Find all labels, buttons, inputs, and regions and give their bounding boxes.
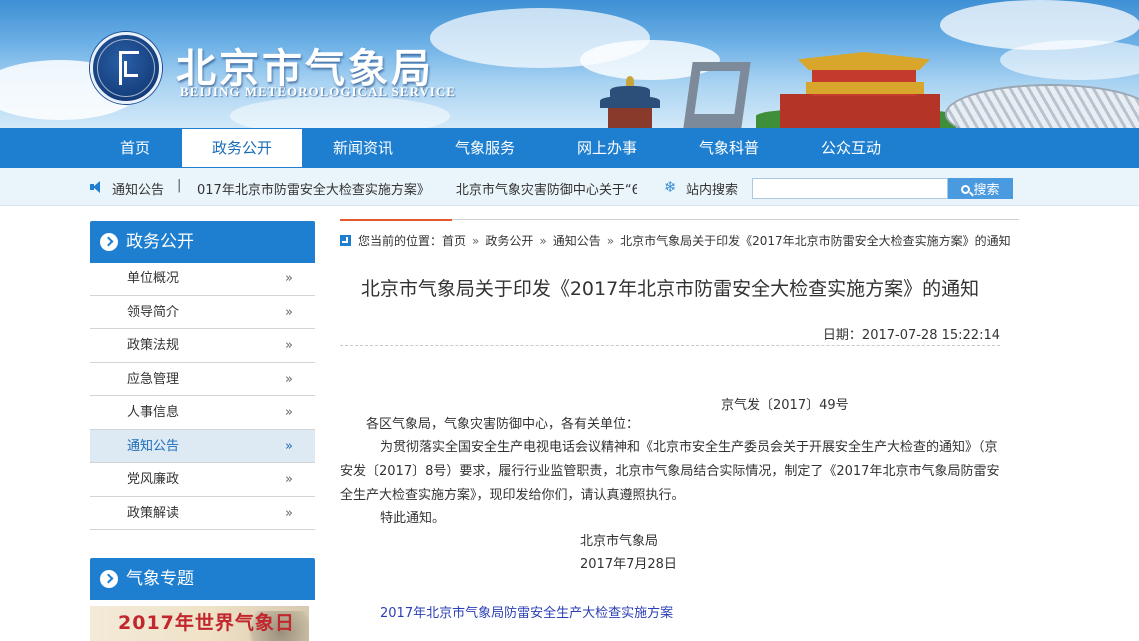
sidebar-item-label: 应急管理 [127,371,180,387]
search-button-label: 搜索 [973,182,1000,197]
breadcrumb-separator: » [539,234,547,248]
breadcrumb-home[interactable]: 首页 [442,234,466,248]
double-chevron-right-icon: » [285,472,293,487]
double-chevron-right-icon: » [285,438,293,454]
banner-text: 2017年世界气象日 [118,612,295,634]
sidebar-section-title: 政务公开 [126,232,194,252]
sidebar-section-government-affairs: 政务公开 [90,221,315,263]
breadcrumb-separator: » [606,234,615,248]
sidebar-item-policy-interpretation[interactable]: 政策解读 » [90,497,315,530]
nav-science[interactable]: 气象科普 [669,128,789,168]
sidebar-item-emergency[interactable]: 应急管理 » [90,363,315,396]
sidebar-item-label: 政策解读 [127,505,180,521]
dashed-divider [340,345,1000,346]
content-accent-bar [340,219,452,221]
article-greeting: 各区气象局，气象灾害防御中心，各有关单位： [366,417,640,432]
ticker-link[interactable]: 北京市气象灾害防御中心关于“6• [456,183,637,197]
nav-government-affairs[interactable]: 政务公开 [182,129,302,167]
article-body: 为贯彻落实全国安全生产电视电话会议精神和《北京市安全生产委员会关于开展安全生产大… [340,440,1000,503]
article-closing: 特此通知。 [380,511,446,526]
sidebar-item-leadership[interactable]: 领导简介 » [90,296,315,329]
search-icon [961,185,971,194]
sidebar-item-label: 党风廉政 [127,472,180,487]
speaker-icon [90,181,104,193]
breadcrumb-current: 北京市气象局关于印发《2017年北京市防雷安全大检查实施方案》的通知 [620,234,1011,248]
breadcrumb: 您当前的位置：首页 » 政务公开 » 通知公告 » 北京市气象局关于印发《2017年北京市防… [358,232,1014,249]
double-chevron-right-icon: » [285,338,293,353]
notice-label: 通知公告 [112,183,165,198]
search-label: 站内搜索 [686,183,739,198]
main-nav: 首页 政务公开 新闻资讯 气象服务 网上办事 气象科普 公众互动 [0,128,1139,168]
sidebar-item-label: 人事信息 [127,405,180,420]
arrow-circle-icon [100,233,118,251]
meteorological-service-logo-icon[interactable] [90,32,162,104]
nav-home[interactable]: 首页 [75,128,195,168]
search-button[interactable]: 搜索 [948,178,1013,199]
sidebar-section-title: 气象专题 [126,569,194,589]
article-sign-date: 2017年7月28日 [580,557,677,572]
ticker-link[interactable]: 017年北京市防雷安全大检查实施方案》 [197,183,430,197]
breadcrumb-prefix: 您当前的位置： [358,234,443,248]
birds-nest-stadium-illustration [945,84,1139,128]
cloud-decoration [230,96,450,128]
sidebar-item-label: 领导简介 [127,304,180,320]
cctv-tower-illustration [683,62,751,128]
arrow-circle-icon [100,570,118,588]
attachment-link[interactable]: 2017年北京市气象局防雷安全生产大检查实施方案 [380,602,673,621]
double-chevron-right-icon: » [285,371,293,387]
sidebar-item-notices[interactable]: 通知公告 » [90,429,315,463]
nav-public-interaction[interactable]: 公众互动 [791,128,911,168]
nav-online-services[interactable]: 网上办事 [547,128,667,168]
breadcrumb-notices[interactable]: 通知公告 [553,234,601,248]
double-chevron-right-icon: » [285,405,293,420]
site-subtitle: BEIJING METEOROLOGICAL SERVICE [180,84,456,99]
sidebar-item-label: 通知公告 [127,438,180,454]
cloud-decoration [1000,40,1139,80]
sidebar-item-integrity[interactable]: 党风廉政 » [90,463,315,497]
site-banner: 北京市气象局 BEIJING METEOROLOGICAL SERVICE [0,0,1139,128]
breadcrumb-separator: » [472,234,480,248]
article-signature: 北京市气象局 [580,534,659,549]
search-input[interactable] [752,178,948,199]
sidebar-item-label: 单位概况 [127,271,180,286]
sidebar-item-label: 政策法规 [127,338,180,353]
sidebar-item-personnel[interactable]: 人事信息 » [90,396,315,430]
sidebar-item-policies[interactable]: 政策法规 » [90,329,315,363]
breadcrumb-government-affairs[interactable]: 政务公开 [485,234,533,248]
double-chevron-right-icon: » [285,271,293,286]
nav-weather-services[interactable]: 气象服务 [425,128,545,168]
sidebar-list: 单位概况 » 领导简介 » 政策法规 » 应急管理 » 人事信息 » 通知公告 » 党风廉政… [90,262,315,530]
world-meteorological-day-banner[interactable]: 2017年世界气象日 [90,606,309,641]
article-title: 北京市气象局关于印发《2017年北京市防雷安全大检查实施方案》的通知 [360,278,980,300]
notice-ticker: 017年北京市防雷安全大检查实施方案》 北京市气象灾害防御中心关于“6• [197,179,637,197]
double-chevron-right-icon: » [285,304,293,320]
document-number: 京气发〔2017〕49号 [721,398,849,413]
notice-separator: | [177,178,182,193]
double-chevron-right-icon: » [285,505,293,521]
location-icon [340,235,351,246]
article-date: 日期：2017-07-28 15:22:14 [822,328,1000,343]
sidebar-item-unit-overview[interactable]: 单位概况 » [90,262,315,296]
nav-news[interactable]: 新闻资讯 [303,128,423,168]
sidebar-section-weather-topics: 气象专题 [90,558,315,600]
snowflake-icon: ❄ [664,178,677,196]
